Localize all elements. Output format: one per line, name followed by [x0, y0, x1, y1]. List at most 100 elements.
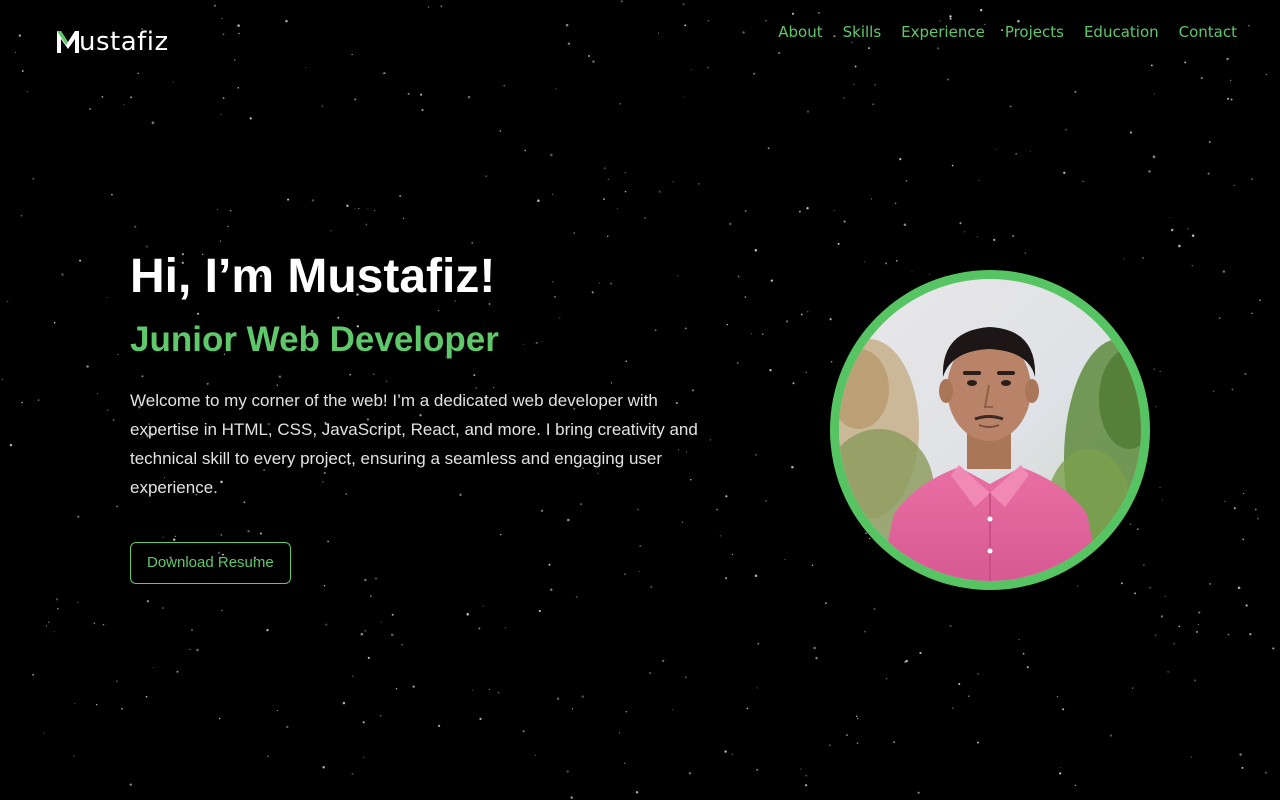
- star: [1149, 586, 1152, 589]
- profile-photo-illustration: [839, 279, 1141, 581]
- star: [364, 629, 367, 632]
- star: [873, 607, 876, 611]
- star: [1170, 228, 1174, 232]
- star: [48, 621, 50, 623]
- star: [688, 772, 692, 775]
- star: [479, 717, 482, 721]
- star: [1159, 370, 1161, 372]
- star: [1143, 564, 1145, 566]
- star: [1056, 695, 1059, 698]
- star: [1191, 234, 1195, 237]
- star: [390, 633, 394, 637]
- star: [467, 95, 471, 99]
- star: [1178, 625, 1180, 628]
- nav-education[interactable]: Education: [1084, 22, 1159, 42]
- nav-projects[interactable]: Projects: [1005, 22, 1064, 42]
- star: [1074, 90, 1077, 94]
- star: [43, 732, 45, 734]
- star: [736, 361, 739, 364]
- star: [756, 687, 758, 689]
- star: [53, 321, 56, 324]
- star: [746, 707, 749, 710]
- star: [976, 236, 979, 238]
- star: [649, 672, 652, 675]
- star: [322, 765, 325, 769]
- star: [978, 179, 980, 182]
- star: [504, 627, 507, 629]
- star: [750, 333, 752, 335]
- star: [1218, 317, 1221, 320]
- star: [497, 691, 500, 694]
- star: [221, 609, 223, 612]
- star: [96, 393, 98, 395]
- star: [471, 241, 474, 244]
- star: [323, 584, 326, 587]
- star: [1173, 642, 1176, 645]
- star: [1077, 585, 1079, 587]
- star: [1029, 150, 1031, 152]
- star: [1153, 368, 1156, 371]
- nav-about[interactable]: About: [778, 22, 822, 42]
- star: [137, 72, 139, 75]
- star: [811, 564, 814, 567]
- star: [420, 93, 423, 96]
- star: [77, 601, 79, 604]
- star: [1009, 105, 1012, 108]
- star: [1120, 582, 1123, 585]
- star: [684, 676, 687, 679]
- star: [1222, 270, 1226, 273]
- star: [1212, 390, 1215, 392]
- star: [220, 113, 222, 116]
- star: [800, 313, 803, 316]
- star: [1059, 772, 1062, 775]
- star: [1207, 172, 1210, 175]
- star: [550, 588, 553, 591]
- star: [267, 755, 269, 758]
- star: [894, 202, 897, 205]
- star: [32, 177, 35, 180]
- star: [421, 108, 424, 112]
- star: [784, 558, 786, 561]
- download-resume-button[interactable]: Download Resume: [130, 542, 291, 584]
- star: [672, 709, 674, 711]
- star: [805, 775, 808, 777]
- star: [806, 206, 809, 210]
- star: [218, 717, 221, 720]
- star: [74, 702, 76, 705]
- star: [360, 632, 364, 636]
- star: [806, 310, 809, 313]
- star: [1191, 265, 1193, 267]
- nav-skills[interactable]: Skills: [843, 22, 882, 42]
- star: [499, 130, 502, 132]
- star: [342, 701, 346, 705]
- star: [869, 537, 871, 540]
- star: [968, 695, 970, 697]
- star: [1259, 299, 1261, 302]
- star: [145, 695, 148, 698]
- star: [1195, 630, 1199, 634]
- star: [222, 97, 225, 99]
- star: [552, 193, 554, 195]
- site-header: ustafiz About Skills Experience Projects…: [0, 0, 1280, 72]
- nav-contact[interactable]: Contact: [1179, 22, 1237, 42]
- nav-experience[interactable]: Experience: [901, 22, 985, 42]
- star: [1178, 244, 1181, 248]
- star: [731, 553, 734, 555]
- star: [731, 753, 733, 755]
- star: [855, 715, 858, 717]
- star: [798, 210, 801, 213]
- star: [61, 273, 64, 276]
- star: [603, 167, 606, 170]
- star: [1148, 170, 1151, 173]
- star: [698, 183, 700, 185]
- star: [26, 90, 29, 93]
- star: [1198, 611, 1201, 614]
- star: [354, 98, 357, 101]
- star: [146, 600, 150, 603]
- site-logo[interactable]: ustafiz: [56, 20, 169, 56]
- star: [276, 710, 278, 712]
- star: [189, 648, 191, 651]
- star: [1155, 405, 1157, 408]
- star: [1012, 235, 1015, 238]
- star: [573, 231, 576, 235]
